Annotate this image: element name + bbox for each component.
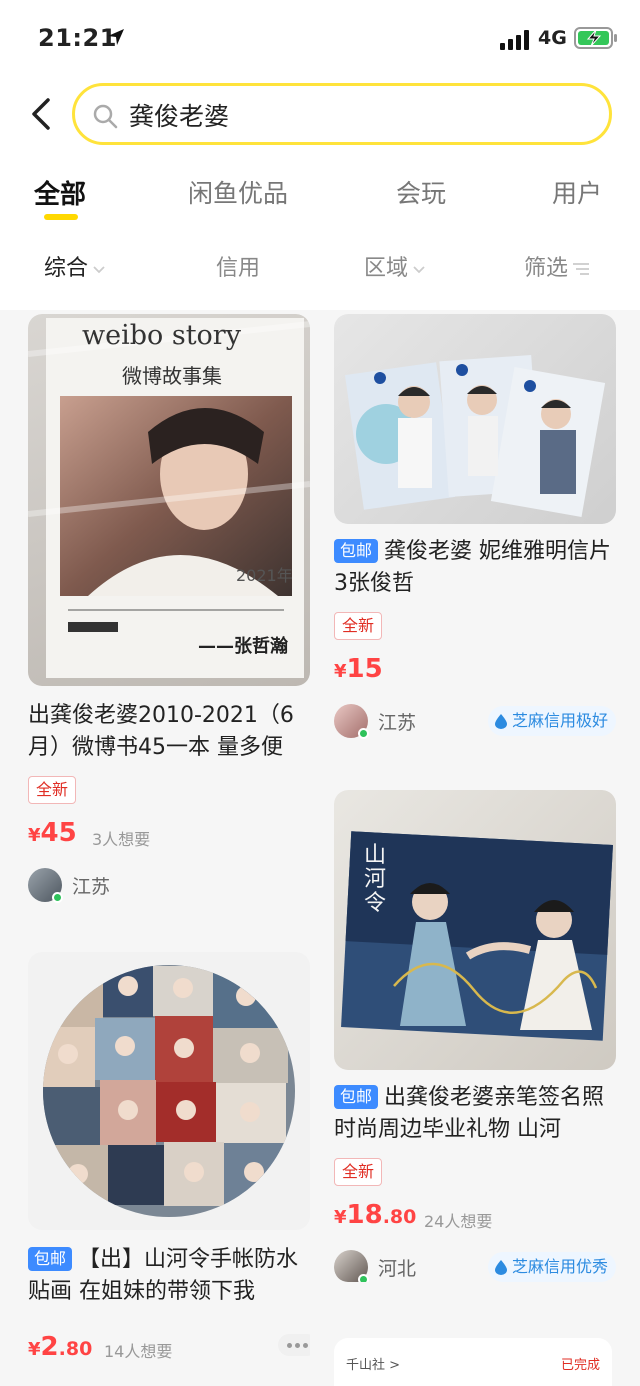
signed-photo <box>341 831 613 1041</box>
product-price: ¥15 <box>334 654 383 684</box>
credit-badge: 芝麻信用极好 <box>487 706 616 736</box>
category-tabs: 全部 闲鱼优品 会玩 用户 <box>0 168 640 228</box>
price-decimal: .80 <box>382 1206 417 1228</box>
cover-signature: ——张哲瀚 <box>198 636 288 657</box>
shop-name: 千山社 > <box>346 1358 401 1373</box>
product-image <box>334 314 616 524</box>
active-tab-indicator <box>44 214 78 220</box>
product-price: ¥18.80 <box>334 1200 416 1230</box>
search-bar[interactable] <box>72 83 612 145</box>
seller-info[interactable]: 河北 芝麻信用优秀 <box>334 1250 616 1282</box>
more-options-button[interactable] <box>278 1334 310 1356</box>
filter-label: 区域 <box>364 256 409 281</box>
cover-subtitle: 微博故事集 <box>122 364 222 388</box>
cover-title: weibo story <box>82 320 241 351</box>
free-shipping-badge: 包邮 <box>334 539 379 563</box>
postcards-photo <box>344 354 606 517</box>
search-header <box>0 78 640 168</box>
product-image: 山河令 <box>334 790 616 1070</box>
seller-location: 江苏 <box>72 876 111 898</box>
price-symbol: ¥ <box>334 1207 347 1228</box>
tab-huiwan[interactable]: 会玩 <box>396 174 446 210</box>
new-tag: 全新 <box>28 776 77 804</box>
price-value: 15 <box>346 654 383 684</box>
cover-year: 2021年 <box>236 566 293 585</box>
want-count: 24人想要 <box>424 1212 493 1231</box>
drop-icon <box>494 714 507 729</box>
credit-badge: 芝麻信用优秀 <box>487 1252 616 1282</box>
product-image <box>28 952 310 1230</box>
product-card-peek[interactable]: 千山社 > 已完成 <box>334 1338 612 1386</box>
product-card[interactable]: weibo story 微博故事集 2021年 ——张哲瀚 出龚俊老婆2010-… <box>28 314 310 904</box>
tab-users[interactable]: 用户 <box>552 174 602 210</box>
chevron-down-icon <box>93 266 105 274</box>
filter-region[interactable]: 区域 <box>364 250 426 282</box>
credit-label: 芝麻信用极好 <box>511 711 608 730</box>
price-integer: 2 <box>40 1332 59 1362</box>
seller-info[interactable]: 江苏 <box>28 868 310 904</box>
chevron-down-icon <box>413 266 425 274</box>
product-title: 包邮 【出】山河令手帐防水贴画 在姐妹的带领下我 <box>28 1244 310 1308</box>
drop-icon <box>494 1260 507 1275</box>
tab-xianyu-youpin[interactable]: 闲鱼优品 <box>188 174 288 210</box>
search-input[interactable] <box>129 100 569 129</box>
online-indicator <box>358 728 369 739</box>
network-type: 4G <box>538 27 567 49</box>
price-symbol: ¥ <box>28 1339 41 1360</box>
free-shipping-badge: 包邮 <box>28 1247 73 1271</box>
product-price: ¥45 <box>28 818 77 848</box>
filter-credit[interactable]: 信用 <box>216 250 260 282</box>
price-symbol: ¥ <box>28 825 41 846</box>
online-indicator <box>52 892 63 903</box>
product-card[interactable]: 包邮 龚俊老婆 妮维雅明信片3张俊哲 全新 ¥15 江苏 芝麻信用极好 <box>334 314 616 742</box>
online-indicator <box>358 1274 369 1282</box>
price-integer: 18 <box>346 1200 383 1230</box>
status-bar: 21:21 4G <box>0 0 640 78</box>
free-shipping-badge: 包邮 <box>334 1085 379 1109</box>
search-icon <box>93 104 118 129</box>
product-title: 出龚俊老婆2010-2021（6月）微博书45一本 量多便 <box>28 703 294 760</box>
product-price: ¥2.80 <box>28 1332 92 1362</box>
back-button[interactable] <box>24 96 60 132</box>
signal-icon <box>500 30 529 50</box>
new-tag: 全新 <box>334 612 383 640</box>
product-title: 包邮 龚俊老婆 妮维雅明信片3张俊哲 <box>334 536 616 600</box>
seller-info[interactable]: 江苏 芝麻信用极好 <box>334 704 616 740</box>
filter-icon <box>573 263 590 275</box>
photo-title-text: 山河令 <box>364 843 387 916</box>
battery-charging-icon <box>574 27 617 49</box>
filter-comprehensive[interactable]: 综合 <box>44 250 106 282</box>
price-decimal: .80 <box>58 1338 93 1360</box>
filter-bar: 综合 信用 区域 筛选 <box>0 228 640 310</box>
want-count: 3人想要 <box>92 830 151 849</box>
product-card[interactable]: 山河令 包邮 出龚俊老婆亲笔签名照时尚周边毕业礼物 山河 全新 ¥18.80 24… <box>334 790 616 1282</box>
want-count: 14人想要 <box>104 1342 173 1361</box>
filter-label: 筛选 <box>524 256 569 281</box>
product-image: weibo story 微博故事集 2021年 ——张哲瀚 <box>28 314 310 686</box>
seller-location: 江苏 <box>378 712 417 734</box>
filter-label: 综合 <box>44 256 89 281</box>
seller-location: 河北 <box>378 1258 417 1280</box>
tab-all[interactable]: 全部 <box>34 174 86 211</box>
order-status: 已完成 <box>560 1358 600 1373</box>
filter-screen[interactable]: 筛选 <box>524 250 590 282</box>
product-card[interactable]: 包邮 【出】山河令手帐防水贴画 在姐妹的带领下我 ¥2.80 14人想要 <box>28 952 310 1386</box>
sticker-collage <box>43 965 295 1217</box>
credit-label: 芝麻信用优秀 <box>511 1257 608 1276</box>
price-value: 45 <box>40 818 77 848</box>
location-arrow-icon <box>108 29 124 45</box>
new-tag: 全新 <box>334 1158 383 1186</box>
product-title: 包邮 出龚俊老婆亲笔签名照时尚周边毕业礼物 山河 <box>334 1082 616 1146</box>
price-symbol: ¥ <box>334 661 347 682</box>
